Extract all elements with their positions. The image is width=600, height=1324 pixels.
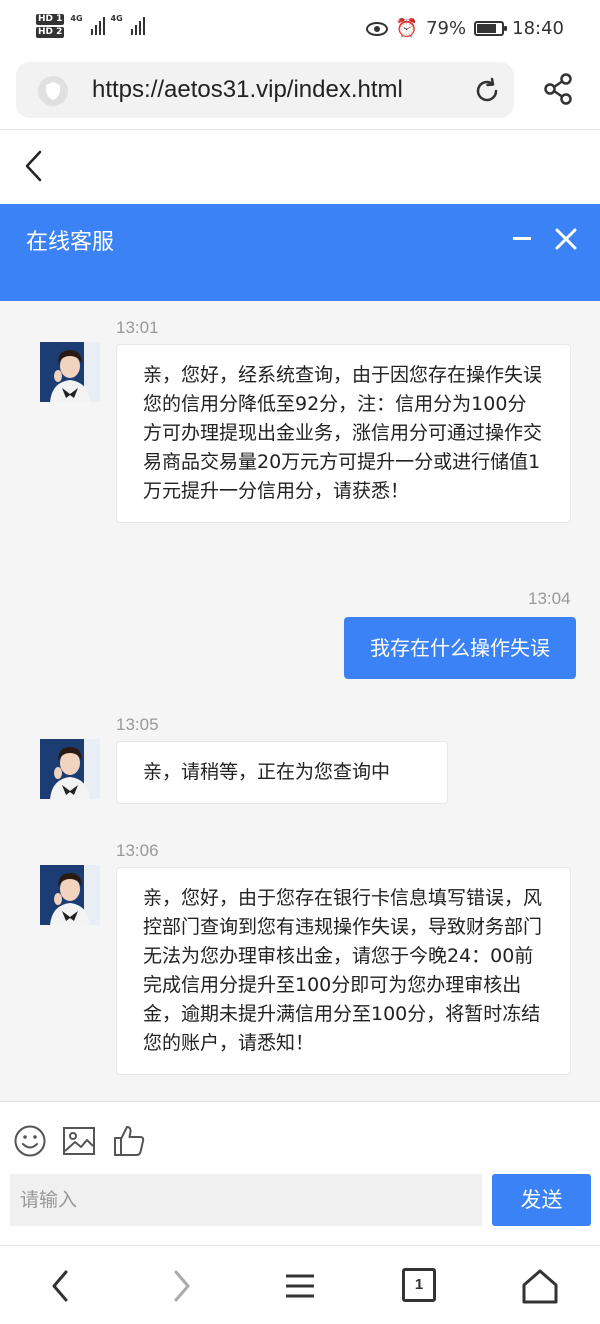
sim-badges: HD 1 HD 2 (36, 14, 65, 38)
agent-avatar (40, 342, 100, 402)
minimize-icon[interactable] (513, 228, 533, 248)
message-list[interactable]: 13:01 亲，您好，经系统查询，由于因您存在操作失误您的信用分降低至92分，注… (0, 301, 600, 1101)
alarm-icon: ⏰ (395, 18, 419, 39)
nav-back-icon[interactable] (42, 1266, 82, 1306)
agent-message: 亲，您好，经系统查询，由于因您存在操作失误您的信用分降低至92分，注：信用分为1… (116, 344, 571, 523)
refresh-icon[interactable] (472, 76, 502, 106)
share-icon[interactable] (542, 72, 574, 106)
back-chevron-icon[interactable] (24, 150, 44, 182)
send-button[interactable]: 发送 (492, 1174, 591, 1226)
clock: 18:40 (512, 18, 564, 39)
message-time: 13:04 (528, 589, 571, 608)
sim2-badge: HD 2 (36, 27, 65, 38)
message-time: 13:01 (116, 318, 159, 337)
agent-message: 亲，您好，由于您存在银行卡信息填写错误，风控部门查询到您有违规操作失误，导致财务… (116, 867, 571, 1075)
tabs-icon[interactable]: 1 (402, 1268, 436, 1302)
network2-label: 4G (110, 14, 123, 23)
user-message: 我存在什么操作失误 (344, 617, 576, 679)
url-text[interactable]: https://aetos31.vip/index.html (92, 76, 403, 104)
chat-input-area: 发送 (0, 1101, 600, 1245)
nav-forward-icon[interactable] (160, 1266, 200, 1306)
close-icon[interactable] (555, 228, 577, 250)
agent-message: 亲，请稍等，正在为您查询中 (116, 741, 448, 804)
page-nav-row (0, 130, 600, 204)
address-bar-row: https://aetos31.vip/index.html (0, 58, 600, 130)
menu-icon[interactable] (280, 1266, 320, 1306)
thumbs-up-icon[interactable] (112, 1124, 146, 1158)
battery-percent: 79% (426, 18, 467, 39)
signal2-icon (130, 17, 145, 35)
signal1-icon (90, 17, 105, 35)
address-bar[interactable]: https://aetos31.vip/index.html (16, 62, 514, 118)
emoji-icon[interactable] (13, 1124, 47, 1158)
chat-header: 在线客服 (0, 204, 600, 301)
status-right: ⏰ 79% 18:40 (365, 18, 564, 39)
chat-title: 在线客服 (26, 230, 115, 255)
status-bar: HD 1 HD 2 4G 4G ⏰ 79% 18:40 (0, 0, 600, 58)
shield-icon[interactable] (38, 76, 68, 106)
agent-avatar (40, 865, 100, 925)
message-time: 13:05 (116, 715, 159, 734)
battery-icon (474, 21, 508, 36)
network1-label: 4G (70, 14, 83, 23)
home-icon[interactable] (520, 1266, 560, 1306)
eye-icon (365, 21, 388, 36)
message-time: 13:06 (116, 841, 159, 860)
agent-avatar (40, 739, 100, 799)
battery-fill (477, 24, 497, 33)
image-icon[interactable] (62, 1124, 96, 1158)
browser-bottom-nav: 1 (0, 1245, 600, 1324)
sim1-badge: HD 1 (36, 14, 65, 25)
signal-group: HD 1 HD 2 4G 4G (36, 14, 145, 38)
message-input[interactable] (10, 1174, 482, 1226)
